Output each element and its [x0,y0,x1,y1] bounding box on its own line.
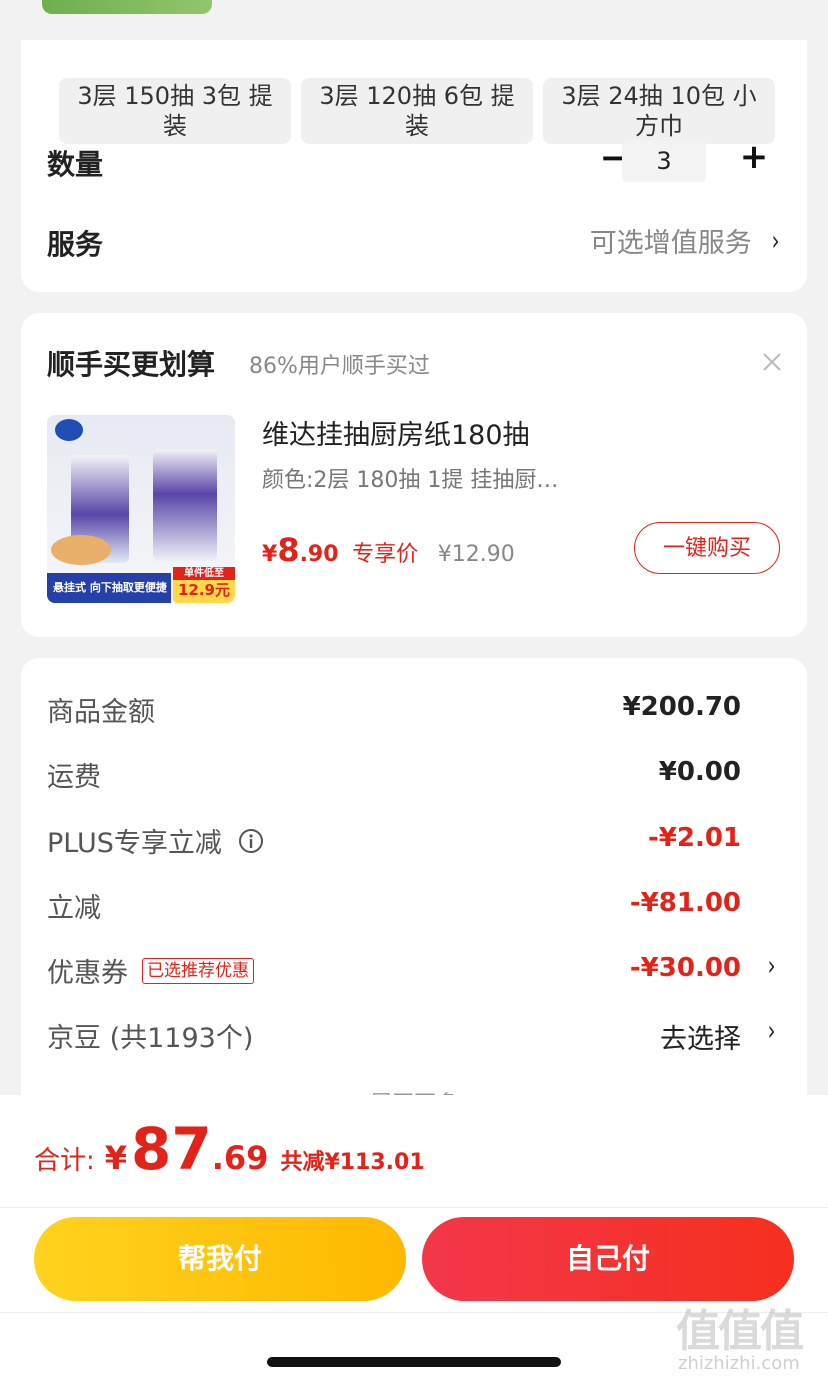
price-summary-card: 商品金额 ¥200.70 运费 ¥0.00 PLUS专享立减 -¥2.01 立减… [21,658,807,1118]
self-pay-button[interactable]: 自己付 [422,1217,794,1301]
watermark-logo: 值值值 [676,1306,804,1357]
help-pay-button[interactable]: 帮我付 [34,1217,406,1301]
exclusive-price-tag: 专享价 [352,542,419,567]
addon-product-image[interactable]: 悬挂式 向下抽取更便捷 单件低至 12.9元 [47,415,235,603]
coupon-label: 优惠券 已选推荐优惠 [47,951,254,990]
chevron-right-icon[interactable]: › [767,949,775,982]
variant-option[interactable]: 3层 24抽 10包 小方巾 [543,78,775,144]
plus-discount-label: PLUS专享立减 [47,821,264,860]
shipping-value: ¥0.00 [658,757,741,787]
checkout-footer: 合计: ¥ 87 .69 共减¥113.01 帮我付 自己付 值值值 zhizh… [0,1095,828,1385]
jingdou-select[interactable]: 去选择 [660,1017,741,1056]
plus-discount-value: -¥2.01 [647,823,741,853]
service-placeholder: 可选增值服务 [589,227,752,259]
coupon-text: 优惠券 [47,958,128,989]
price-badge: 单件低至 12.9元 [173,567,235,603]
addon-product-spec: 颜色:2层 180抽 1提 挂抽厨… [262,468,559,493]
instant-discount-label: 立减 [47,893,101,924]
quantity-label: 数量 [47,148,104,181]
addon-subtitle: 86%用户顺手买过 [249,354,430,379]
price-badge-top: 单件低至 [173,567,235,580]
total-discount: 共减¥113.01 [280,1150,425,1175]
food-plate-image [51,535,111,565]
addon-card: 顺手买更划算 86%用户顺手买过 悬挂式 向下抽取更便捷 单件低至 12.9元 … [21,313,807,637]
home-indicator [267,1357,561,1367]
total-integer: 87 [131,1115,212,1183]
chevron-right-icon[interactable]: › [767,1014,775,1047]
coupon-value[interactable]: -¥30.00 [630,953,741,983]
instant-discount-value: -¥81.00 [629,888,741,918]
price-integer: 8 [277,531,300,569]
quantity-input[interactable]: 3 [622,140,706,182]
service-label: 服务 [47,228,104,261]
price-currency: ¥ [262,542,278,567]
package-image [153,449,217,561]
jingdou-label: 京豆 (共1193个) [47,1023,254,1054]
spec-card: 3层 150抽 3包 提装 3层 120抽 6包 提装 3层 24抽 10包 小… [21,40,807,292]
price-badge-value: 12.9元 [177,581,230,599]
info-icon[interactable] [238,828,264,854]
watermark-url: zhizhizhi.com [678,1353,800,1374]
addon-title: 顺手买更划算 [47,348,216,381]
brand-logo [55,419,83,441]
price-decimal: .90 [299,542,339,567]
total-currency: ¥ [104,1139,128,1177]
goods-amount-label: 商品金额 [47,697,155,728]
total-price: 合计: ¥ 87 .69 共减¥113.01 [34,1115,425,1183]
chevron-right-icon: › [771,223,780,257]
plus-discount-text: PLUS专享立减 [47,828,222,859]
product-thumbnail [42,0,212,14]
addon-price: ¥8.90 专享价 ¥12.90 [262,531,515,569]
coupon-recommended-badge: 已选推荐优惠 [142,957,254,984]
total-label: 合计: [34,1146,95,1176]
quantity-plus-button[interactable]: + [736,137,772,177]
shipping-label: 运费 [47,762,101,793]
original-price: ¥12.90 [437,542,515,567]
one-click-buy-button[interactable]: 一键购买 [634,522,780,574]
variant-option[interactable]: 3层 150抽 3包 提装 [59,78,291,144]
close-icon[interactable] [761,351,783,373]
divider [0,1207,828,1208]
addon-product-name[interactable]: 维达挂抽厨房纸180抽 [262,413,530,452]
goods-amount-value: ¥200.70 [622,692,741,722]
service-selector[interactable]: 可选增值服务 › [589,222,781,259]
variant-option[interactable]: 3层 120抽 6包 提装 [301,78,533,144]
total-decimal: .69 [211,1139,269,1177]
image-banner: 悬挂式 向下抽取更便捷 [47,573,171,603]
